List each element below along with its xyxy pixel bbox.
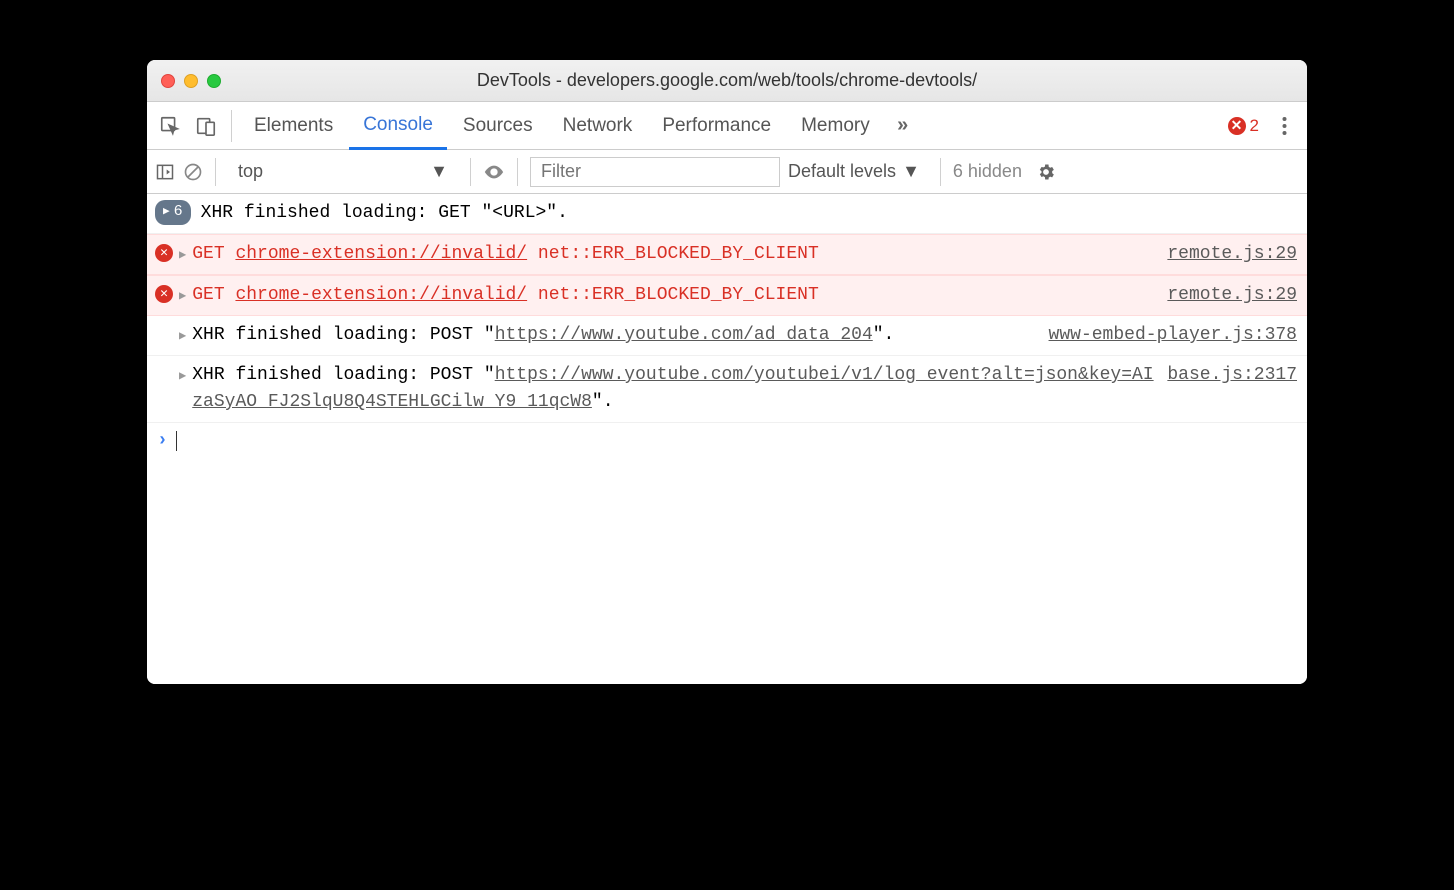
console-output: ▶ 6 XHR finished loading: GET "<URL>". ✕… xyxy=(147,194,1307,684)
log-text: GET chrome-extension://invalid/ net::ERR… xyxy=(192,282,1151,309)
tab-sources[interactable]: Sources xyxy=(449,102,547,150)
log-level-selector[interactable]: Default levels ▼ xyxy=(788,161,920,182)
prompt-icon: › xyxy=(157,431,168,451)
hidden-count[interactable]: 6 hidden xyxy=(953,161,1022,182)
tabbar: Elements Console Sources Network Perform… xyxy=(147,102,1307,150)
traffic-lights xyxy=(161,74,221,88)
chevron-down-icon: ▼ xyxy=(902,161,920,182)
log-text: XHR finished loading: POST "https://www.… xyxy=(192,362,1297,416)
source-link[interactable]: www-embed-player.js:378 xyxy=(1049,322,1297,349)
expand-icon[interactable]: ▶ xyxy=(179,367,186,385)
tab-network[interactable]: Network xyxy=(549,102,647,150)
context-value: top xyxy=(238,161,263,182)
log-message[interactable]: ▶ XHR finished loading: POST "https://ww… xyxy=(147,316,1307,356)
error-icon: ✕ xyxy=(1228,117,1246,135)
source-link[interactable]: base.js:2317 xyxy=(1167,362,1297,389)
log-text: GET chrome-extension://invalid/ net::ERR… xyxy=(192,241,1151,268)
divider xyxy=(517,158,518,186)
console-toolbar: top ▼ Default levels ▼ 6 hidden xyxy=(147,150,1307,194)
zoom-window-button[interactable] xyxy=(207,74,221,88)
expand-icon[interactable]: ▶ xyxy=(179,327,186,345)
tab-console[interactable]: Console xyxy=(349,102,447,150)
tab-performance[interactable]: Performance xyxy=(648,102,785,150)
repeat-count: 6 xyxy=(174,201,183,224)
source-link[interactable]: remote.js:29 xyxy=(1167,241,1297,268)
minimize-window-button[interactable] xyxy=(184,74,198,88)
show-sidebar-icon[interactable] xyxy=(155,162,175,182)
context-selector[interactable]: top ▼ xyxy=(228,157,458,186)
cursor xyxy=(176,431,177,451)
error-icon: ✕ xyxy=(155,285,173,303)
more-tabs-icon[interactable]: » xyxy=(886,109,920,143)
live-expression-icon[interactable] xyxy=(483,161,505,183)
error-count: 2 xyxy=(1250,116,1259,136)
divider xyxy=(215,158,216,186)
clear-console-icon[interactable] xyxy=(183,162,203,182)
log-message[interactable]: ▶ 6 XHR finished loading: GET "<URL>". xyxy=(147,194,1307,234)
log-text: XHR finished loading: GET "<URL>". xyxy=(201,200,1297,227)
repeat-badge: ▶ 6 xyxy=(155,200,191,225)
expand-icon[interactable]: ▶ xyxy=(179,246,186,264)
device-toolbar-icon[interactable] xyxy=(189,109,223,143)
devtools-window: DevTools - developers.google.com/web/too… xyxy=(147,60,1307,684)
close-window-button[interactable] xyxy=(161,74,175,88)
divider xyxy=(470,158,471,186)
tab-memory[interactable]: Memory xyxy=(787,102,884,150)
titlebar: DevTools - developers.google.com/web/too… xyxy=(147,60,1307,102)
error-icon: ✕ xyxy=(155,244,173,262)
inspect-element-icon[interactable] xyxy=(153,109,187,143)
console-prompt[interactable]: › xyxy=(147,423,1307,459)
log-text: XHR finished loading: POST "https://www.… xyxy=(192,322,1297,349)
chevron-down-icon: ▼ xyxy=(430,161,448,182)
source-link[interactable]: remote.js:29 xyxy=(1167,282,1297,309)
divider xyxy=(940,158,941,186)
filter-input[interactable] xyxy=(530,157,780,187)
tab-elements[interactable]: Elements xyxy=(240,102,347,150)
expand-icon[interactable]: ▶ xyxy=(179,287,186,305)
error-count-badge[interactable]: ✕ 2 xyxy=(1228,116,1259,136)
kebab-menu-icon[interactable] xyxy=(1267,109,1301,143)
divider xyxy=(231,110,232,142)
log-error[interactable]: ✕ ▶ GET chrome-extension://invalid/ net:… xyxy=(147,234,1307,275)
arrow-icon: ▶ xyxy=(163,204,170,221)
level-label: Default levels xyxy=(788,161,896,182)
window-title: DevTools - developers.google.com/web/too… xyxy=(147,70,1307,91)
log-error[interactable]: ✕ ▶ GET chrome-extension://invalid/ net:… xyxy=(147,275,1307,316)
gear-icon[interactable] xyxy=(1036,162,1056,182)
log-message[interactable]: ▶ XHR finished loading: POST "https://ww… xyxy=(147,356,1307,423)
